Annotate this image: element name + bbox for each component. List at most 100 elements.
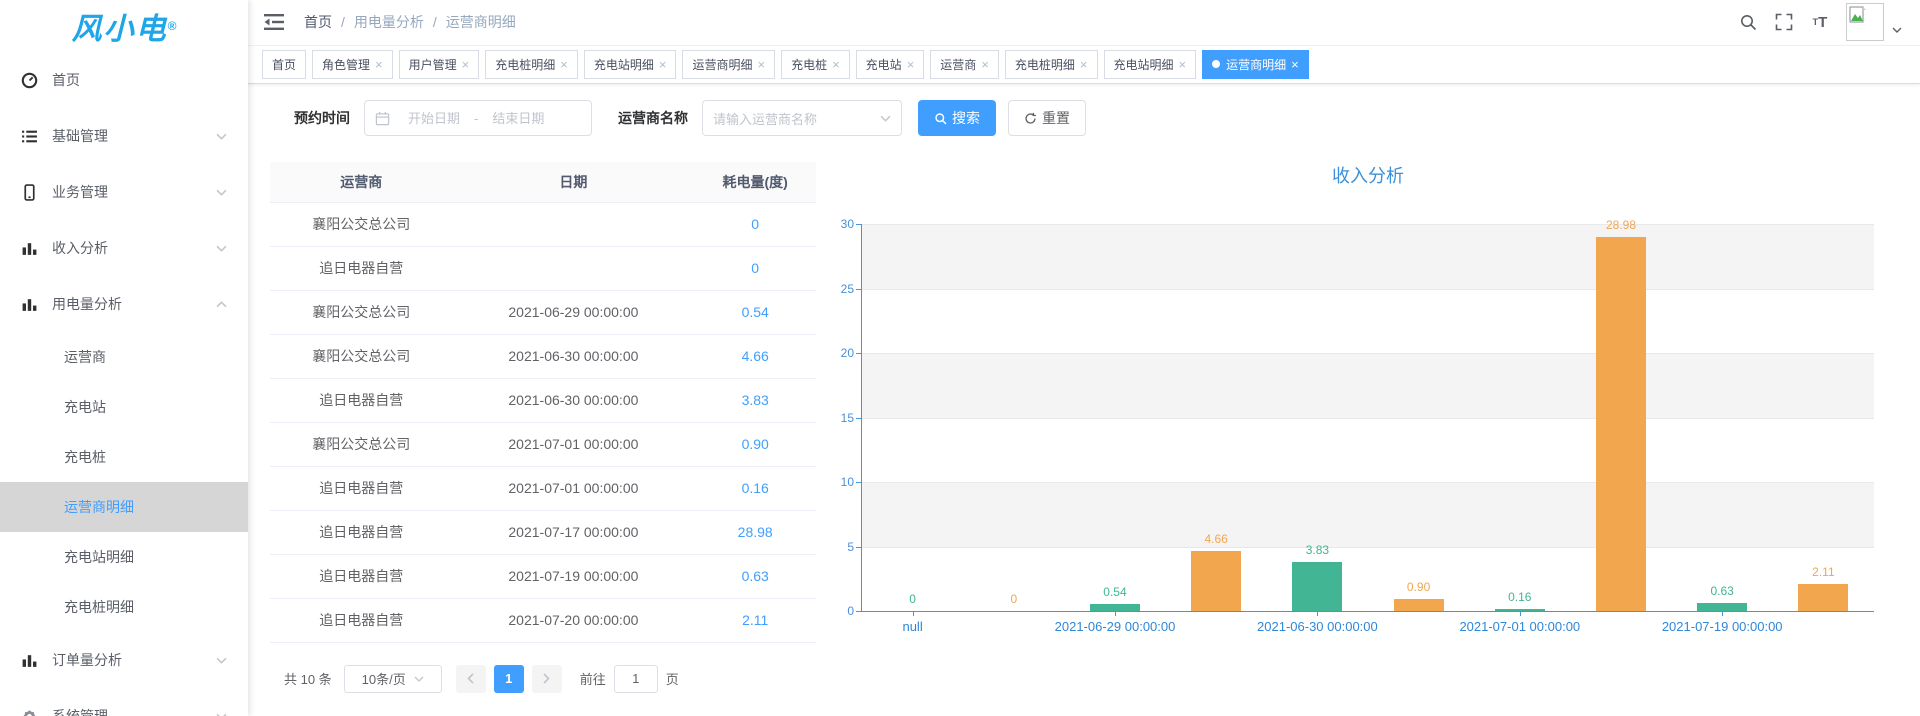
cell-consumption[interactable]: 2.11: [694, 598, 816, 642]
cell-consumption[interactable]: 0.90: [694, 422, 816, 466]
gear-icon: [20, 707, 38, 716]
bar-value-label: 0: [862, 592, 963, 606]
tab-charging-pile[interactable]: 充电桩×: [781, 50, 850, 79]
page-unit-label: 页: [666, 669, 679, 688]
cell-consumption[interactable]: 0.54: [694, 290, 816, 334]
tab-operator-detail-2[interactable]: 运营商明细×: [1202, 50, 1309, 79]
cell-consumption[interactable]: 0: [694, 202, 816, 246]
sidebar-item-pile-detail[interactable]: 充电桩明细: [0, 582, 248, 632]
table-row: 追日电器自营2021-07-17 00:00:0028.98: [270, 510, 816, 554]
table-panel: 运营商日期耗电量(度) 襄阳公交总公司0追日电器自营0襄阳公交总公司2021-0…: [270, 150, 816, 716]
cell-operator: 襄阳公交总公司: [270, 334, 452, 378]
sidebar-item-order-analysis[interactable]: 订单量分析: [0, 632, 248, 688]
close-icon[interactable]: ×: [1291, 58, 1299, 71]
table-column-header: 耗电量(度): [694, 162, 816, 202]
breadcrumb-item-home[interactable]: 首页: [304, 12, 332, 32]
breadcrumb-item-electricity-analysis[interactable]: 用电量分析: [354, 12, 424, 32]
pagination-total: 共 10 条: [284, 669, 332, 688]
cell-date: 2021-07-01 00:00:00: [452, 466, 694, 510]
sidebar-item-operator-detail[interactable]: 运营商明细: [0, 482, 248, 532]
operator-name-select[interactable]: 请输入运营商名称: [702, 100, 902, 136]
font-size-icon[interactable]: TT: [1810, 12, 1830, 32]
chart-gridline: [862, 289, 1874, 290]
caret-down-icon[interactable]: [1892, 20, 1902, 38]
y-axis-label: 20: [828, 346, 854, 360]
close-icon[interactable]: ×: [560, 58, 568, 71]
close-icon[interactable]: ×: [375, 58, 383, 71]
start-date-input[interactable]: [398, 111, 470, 126]
sidebar-item-station-detail[interactable]: 充电站明细: [0, 532, 248, 582]
tab-home[interactable]: 首页: [262, 50, 306, 79]
chart-title: 收入分析: [862, 162, 1874, 188]
end-date-input[interactable]: [482, 111, 554, 126]
table-row: 追日电器自营2021-07-20 00:00:002.11: [270, 598, 816, 642]
close-icon[interactable]: ×: [462, 58, 470, 71]
cell-consumption[interactable]: 0: [694, 246, 816, 290]
reset-button[interactable]: 重置: [1008, 100, 1086, 136]
page-size-select[interactable]: 10条/页: [344, 665, 442, 693]
sidebar-item-electricity-analysis[interactable]: 用电量分析: [0, 276, 248, 332]
page-number-button[interactable]: 1: [494, 665, 524, 693]
sidebar-item-label: 业务管理: [52, 182, 216, 202]
tab-station-detail-1[interactable]: 充电站明细×: [584, 50, 677, 79]
goto-page-input[interactable]: [614, 665, 658, 693]
tab-pile-detail-1[interactable]: 充电桩明细×: [485, 50, 578, 79]
cell-consumption[interactable]: 28.98: [694, 510, 816, 554]
goto-label: 前往: [580, 669, 606, 688]
cell-date: 2021-06-30 00:00:00: [452, 334, 694, 378]
close-icon[interactable]: ×: [757, 58, 765, 71]
cell-consumption[interactable]: 0.16: [694, 466, 816, 510]
chart-split-band: [862, 418, 1874, 483]
close-icon[interactable]: ×: [1080, 58, 1088, 71]
tab-user-management[interactable]: 用户管理×: [399, 50, 480, 79]
fullscreen-icon[interactable]: [1774, 12, 1794, 32]
sidebar-item-operator[interactable]: 运营商: [0, 332, 248, 382]
sidebar-item-revenue-analysis[interactable]: 收入分析: [0, 220, 248, 276]
cell-consumption[interactable]: 4.66: [694, 334, 816, 378]
close-icon[interactable]: ×: [659, 58, 667, 71]
search-button[interactable]: 搜索: [918, 100, 996, 136]
close-icon[interactable]: ×: [1179, 58, 1187, 71]
tab-station-detail-2[interactable]: 充电站明细×: [1104, 50, 1197, 79]
revenue-chart: 收入分析 051015202530000.544.663.830.900.162…: [826, 150, 1920, 716]
cell-date: 2021-06-30 00:00:00: [452, 378, 694, 422]
cell-consumption[interactable]: 0.63: [694, 554, 816, 598]
prev-page-button[interactable]: [456, 665, 486, 693]
cell-consumption[interactable]: 3.83: [694, 378, 816, 422]
sidebar-item-system-management[interactable]: 系统管理: [0, 688, 248, 716]
sidebar-item-label: 基础管理: [52, 126, 216, 146]
chevron-left-icon: [467, 673, 474, 684]
collapse-sidebar-icon[interactable]: [264, 12, 286, 32]
bar-value-label: 2.11: [1773, 565, 1874, 579]
bar-value-label: 3.83: [1267, 543, 1368, 557]
operator-select-placeholder: 请输入运营商名称: [713, 109, 880, 128]
chart-split-band: [862, 482, 1874, 547]
bar-value-label: 0.63: [1672, 584, 1773, 598]
close-icon[interactable]: ×: [832, 58, 840, 71]
cell-operator: 追日电器自营: [270, 246, 452, 290]
tab-charging-station[interactable]: 充电站×: [856, 50, 925, 79]
bar-chart-icon: [20, 295, 38, 313]
sidebar-item-basic-management[interactable]: 基础管理: [0, 108, 248, 164]
next-page-button[interactable]: [532, 665, 562, 693]
table-header-row: 运营商日期耗电量(度): [270, 162, 816, 202]
date-range-picker[interactable]: -: [364, 100, 592, 136]
sidebar-subitem-label: 充电站: [64, 397, 106, 417]
search-icon: [934, 112, 947, 125]
search-icon[interactable]: [1738, 12, 1758, 32]
sidebar-item-home[interactable]: 首页: [0, 52, 248, 108]
sidebar-item-charging-pile[interactable]: 充电桩: [0, 432, 248, 482]
cell-operator: 追日电器自营: [270, 466, 452, 510]
tab-pile-detail-2[interactable]: 充电桩明细×: [1005, 50, 1098, 79]
sidebar-item-business-management[interactable]: 业务管理: [0, 164, 248, 220]
tab-operator[interactable]: 运营商×: [930, 50, 999, 79]
table-row: 襄阳公交总公司0: [270, 202, 816, 246]
tab-role-management[interactable]: 角色管理×: [312, 50, 393, 79]
close-icon[interactable]: ×: [907, 58, 915, 71]
tab-operator-detail-1[interactable]: 运营商明细×: [682, 50, 775, 79]
sidebar-item-charging-station[interactable]: 充电站: [0, 382, 248, 432]
table-and-chart-row: 运营商日期耗电量(度) 襄阳公交总公司0追日电器自营0襄阳公交总公司2021-0…: [270, 150, 1920, 716]
avatar[interactable]: [1846, 3, 1884, 41]
chevron-down-icon: [216, 242, 228, 254]
close-icon[interactable]: ×: [981, 58, 989, 71]
